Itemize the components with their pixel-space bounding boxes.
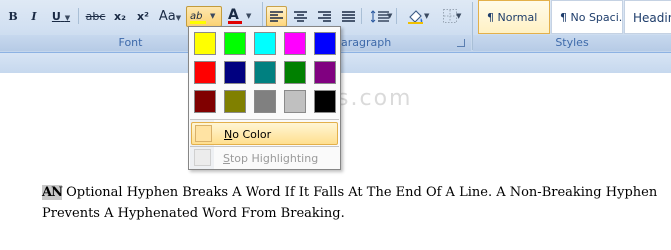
divider: [361, 8, 362, 24]
italic-button[interactable]: I: [24, 6, 44, 27]
style-no-spacing[interactable]: ¶ No Spaci...: [551, 0, 623, 34]
document-line-1: AN Optional Hyphen Breaks A Word If It F…: [42, 182, 667, 203]
highlighted-word: AN: [42, 185, 63, 200]
color-swatch[interactable]: [224, 90, 246, 113]
menu-divider: [190, 119, 339, 120]
superscript-button[interactable]: x²: [132, 6, 154, 27]
chevron-down-icon: ▼: [387, 12, 393, 20]
shading-button[interactable]: ▼: [400, 6, 432, 27]
color-swatch[interactable]: [314, 90, 336, 113]
change-case-button[interactable]: Aa▼: [156, 6, 184, 27]
chevron-down-icon: ▼: [424, 12, 430, 20]
color-swatch[interactable]: [284, 61, 306, 84]
stop-highlighting-rest: top Highlighting: [229, 152, 319, 165]
highlight-color-menu: No Color Stop Highlighting: [188, 26, 341, 170]
align-right-button[interactable]: [314, 6, 335, 27]
underline-button[interactable]: U ▼: [47, 6, 75, 27]
no-color-item[interactable]: No Color: [191, 122, 338, 145]
align-center-icon: [294, 11, 307, 22]
justify-button[interactable]: [338, 6, 359, 27]
highlight-color-bar: [190, 21, 206, 24]
divider: [396, 8, 397, 24]
stop-highlighting-icon: [194, 149, 211, 166]
paint-bucket-icon: [408, 10, 423, 24]
style-normal[interactable]: ¶ Normal: [478, 0, 550, 34]
stop-highlighting-item[interactable]: Stop Highlighting: [191, 147, 338, 170]
divider: [78, 8, 79, 24]
color-swatch[interactable]: [284, 90, 306, 113]
align-left-button[interactable]: [266, 6, 287, 27]
align-right-icon: [318, 11, 331, 22]
color-swatch[interactable]: [194, 61, 216, 84]
chevron-down-icon: ▼: [456, 12, 462, 20]
change-case-label: Aa: [158, 9, 176, 24]
bold-button[interactable]: B: [3, 6, 23, 27]
line-spacing-button[interactable]: ▼: [365, 6, 395, 27]
paragraph-group-text: aragraph: [341, 36, 392, 49]
dialog-launcher-icon[interactable]: [457, 39, 465, 47]
chevron-down-icon: ▼: [175, 14, 182, 22]
color-swatch[interactable]: [254, 90, 276, 113]
color-swatch[interactable]: [224, 32, 246, 55]
chevron-down-icon: ▼: [64, 14, 71, 22]
strikethrough-button[interactable]: abc: [82, 6, 109, 27]
borders-button[interactable]: ▼: [434, 6, 466, 27]
no-color-label: No Color: [224, 128, 272, 141]
stop-highlighting-label: Stop Highlighting: [223, 152, 319, 165]
subscript-button[interactable]: x₂: [109, 6, 131, 27]
align-left-icon: [270, 11, 283, 22]
color-swatch[interactable]: [254, 32, 276, 55]
chevron-down-icon: ▼: [210, 12, 216, 20]
color-swatch[interactable]: [254, 61, 276, 84]
font-color-button[interactable]: A ▼: [224, 6, 256, 27]
font-color-bar: [228, 21, 242, 24]
styles-group-label: Styles: [473, 35, 671, 51]
underline-label: U: [51, 10, 61, 23]
borders-icon: [443, 9, 457, 23]
align-center-button[interactable]: [290, 6, 311, 27]
color-swatch[interactable]: [284, 32, 306, 55]
color-swatch[interactable]: [314, 32, 336, 55]
color-swatch[interactable]: [224, 61, 246, 84]
chevron-down-icon: ▼: [246, 12, 252, 20]
no-color-rest: o Color: [232, 128, 272, 141]
color-swatch[interactable]: [314, 61, 336, 84]
no-color-swatch-icon: [195, 125, 212, 142]
color-swatch[interactable]: [194, 32, 216, 55]
line-1-text: Optional Hyphen Breaks A Word If It Fall…: [61, 185, 658, 200]
justify-icon: [342, 11, 355, 22]
color-swatch[interactable]: [194, 90, 216, 113]
document-body[interactable]: AN Optional Hyphen Breaks A Word If It F…: [42, 182, 667, 224]
text-highlight-color-button[interactable]: ab ▼: [186, 6, 222, 27]
document-line-2: Prevents A Hyphenated Word From Breaking…: [42, 206, 345, 221]
style-heading[interactable]: Headin: [624, 0, 671, 34]
